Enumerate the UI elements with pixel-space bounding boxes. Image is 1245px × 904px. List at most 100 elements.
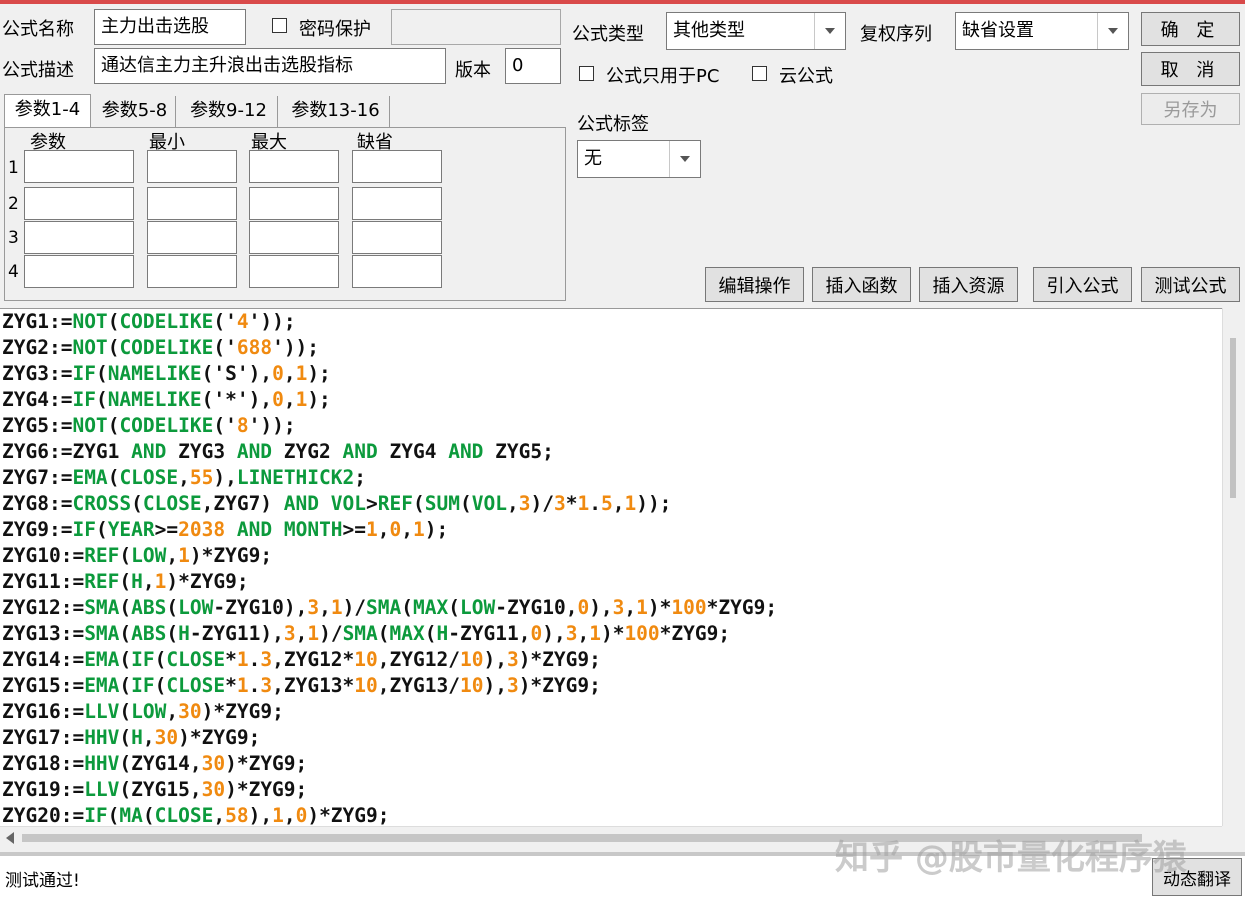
code-token: HHV: [84, 726, 120, 749]
code-token: EMA: [84, 648, 120, 671]
tab-params-9-12[interactable]: 参数9-12: [180, 96, 278, 128]
code-token: 1: [330, 596, 343, 619]
param-2-max-input[interactable]: [249, 187, 339, 220]
param-3-max-input[interactable]: [249, 221, 339, 254]
code-line[interactable]: ZYG15:=EMA(IF(CLOSE*1.3,ZYG13*10,ZYG13/1…: [2, 673, 1222, 699]
param-2-min-input[interactable]: [147, 187, 237, 220]
code-line[interactable]: ZYG4:=IF(NAMELIKE('*'),0,1);: [2, 387, 1222, 413]
formula-desc-label: 公式描述: [2, 60, 74, 81]
code-token: REF: [84, 570, 120, 593]
code-line[interactable]: ZYG13:=SMA(ABS(H-ZYG11),3,1)/SMA(MAX(H-Z…: [2, 621, 1222, 647]
code-line[interactable]: ZYG12:=SMA(ABS(LOW-ZYG10),3,1)/SMA(MAX(L…: [2, 595, 1222, 621]
password-checkbox[interactable]: [272, 18, 287, 33]
code-token: LOW: [131, 700, 167, 723]
code-token: )*ZYG9;: [166, 570, 249, 593]
code-token: CROSS: [72, 492, 132, 515]
code-token: LINETHICK2: [236, 466, 355, 489]
tab-params-13-16[interactable]: 参数13-16: [282, 96, 390, 128]
ok-button[interactable]: 确 定: [1141, 12, 1240, 46]
chevron-down-icon[interactable]: [669, 141, 700, 177]
pc-only-checkbox[interactable]: [579, 66, 594, 81]
tab-params-5-8[interactable]: 参数5-8: [94, 96, 176, 128]
code-token: (: [107, 336, 120, 359]
insert-resource-button[interactable]: 插入资源: [919, 267, 1018, 302]
param-2-name-input[interactable]: [24, 187, 134, 220]
code-token: VOL: [330, 492, 367, 515]
param-3-min-input[interactable]: [147, 221, 237, 254]
code-line[interactable]: ZYG14:=EMA(IF(CLOSE*1.3,ZYG12*10,ZYG12/1…: [2, 647, 1222, 673]
rights-sequence-select[interactable]: 缺省设置: [955, 12, 1129, 50]
code-token: 2038: [178, 518, 226, 541]
tab-params-1-4[interactable]: 参数1-4: [4, 94, 91, 128]
code-token: 0: [530, 622, 543, 645]
code-token: ZYG8:=: [2, 492, 73, 515]
param-1-max-input[interactable]: [249, 150, 339, 183]
code-token: SMA: [366, 596, 402, 619]
code-token: 3: [260, 674, 273, 697]
code-line[interactable]: ZYG10:=REF(LOW,1)*ZYG9;: [2, 543, 1222, 569]
code-line[interactable]: ZYG17:=HHV(H,30)*ZYG9;: [2, 725, 1222, 751]
code-token: *: [225, 674, 237, 697]
param-row-number: 2: [8, 194, 19, 214]
param-3-default-input[interactable]: [352, 221, 442, 254]
code-line[interactable]: ZYG2:=NOT(CODELIKE('688'));: [2, 335, 1222, 361]
code-line[interactable]: ZYG6:=ZYG1 AND ZYG3 AND ZYG2 AND ZYG4 AN…: [2, 439, 1222, 465]
param-4-max-input[interactable]: [249, 255, 339, 288]
code-token: ,: [166, 544, 179, 567]
vertical-scroll-thumb[interactable]: [1230, 338, 1236, 498]
code-line[interactable]: ZYG1:=NOT(CODELIKE('4'));: [2, 309, 1222, 335]
code-token: AND: [236, 440, 273, 463]
formula-name-input[interactable]: 主力出击选股: [94, 9, 246, 45]
code-line[interactable]: ZYG5:=NOT(CODELIKE('8'));: [2, 413, 1222, 439]
param-4-default-input[interactable]: [352, 255, 442, 288]
code-line[interactable]: ZYG16:=LLV(LOW,30)*ZYG9;: [2, 699, 1222, 725]
code-line[interactable]: ZYG20:=IF(MA(CLOSE,58),1,0)*ZYG9;: [2, 803, 1222, 827]
code-text[interactable]: ZYG1:=NOT(CODELIKE('4')); ZYG2:=NOT(CODEL…: [0, 309, 1222, 827]
import-formula-button[interactable]: 引入公式: [1033, 267, 1132, 302]
code-token: ,: [401, 518, 414, 541]
code-token: *ZYG9;: [706, 596, 778, 619]
test-formula-button[interactable]: 测试公式: [1141, 267, 1240, 302]
param-2-default-input[interactable]: [352, 187, 442, 220]
code-token: ZYG4: [377, 440, 449, 463]
code-line[interactable]: ZYG8:=CROSS(CLOSE,ZYG7) AND VOL>REF(SUM(…: [2, 491, 1222, 517]
formula-type-select[interactable]: 其他类型: [666, 12, 846, 50]
pc-only-label: 公式只用于PC: [606, 66, 720, 87]
cloud-formula-checkbox[interactable]: [752, 66, 767, 81]
param-4-name-input[interactable]: [24, 255, 134, 288]
insert-function-button[interactable]: 插入函数: [812, 267, 911, 302]
version-label: 版本: [455, 60, 491, 81]
param-1-default-input[interactable]: [352, 150, 442, 183]
code-editor[interactable]: ZYG1:=NOT(CODELIKE('4')); ZYG2:=NOT(CODEL…: [0, 308, 1222, 827]
code-token: MAX: [389, 622, 425, 645]
param-1-min-input[interactable]: [147, 150, 237, 183]
chevron-down-icon[interactable]: [1097, 13, 1128, 49]
code-token: ,: [213, 804, 226, 827]
param-3-name-input[interactable]: [24, 221, 134, 254]
version-input[interactable]: 0: [505, 48, 561, 84]
chevron-down-icon[interactable]: [814, 13, 845, 49]
code-line[interactable]: ZYG11:=REF(H,1)*ZYG9;: [2, 569, 1222, 595]
edit-operations-button[interactable]: 编辑操作: [705, 267, 804, 302]
code-token: 30: [201, 778, 226, 801]
code-token: ),: [589, 596, 613, 619]
code-line[interactable]: ZYG7:=EMA(CLOSE,55),LINETHICK2;: [2, 465, 1222, 491]
code-line[interactable]: ZYG19:=LLV(ZYG15,30)*ZYG9;: [2, 777, 1222, 803]
cancel-button[interactable]: 取 消: [1141, 52, 1240, 86]
formula-tag-select[interactable]: 无: [577, 140, 701, 178]
password-input[interactable]: [391, 9, 561, 45]
formula-type-label: 公式类型: [572, 24, 644, 45]
code-line[interactable]: ZYG3:=IF(NAMELIKE('S'),0,1);: [2, 361, 1222, 387]
code-token: 0: [577, 596, 590, 619]
save-as-button[interactable]: 另存为: [1141, 93, 1240, 125]
param-4-min-input[interactable]: [147, 255, 237, 288]
param-1-name-input[interactable]: [24, 150, 134, 183]
code-token: );: [424, 518, 449, 541]
scroll-left-icon[interactable]: [6, 832, 14, 844]
formula-desc-input[interactable]: 通达信主力主升浪出击选股指标: [94, 48, 446, 84]
code-token: 1: [636, 596, 648, 619]
code-line[interactable]: ZYG18:=HHV(ZYG14,30)*ZYG9;: [2, 751, 1222, 777]
code-token: IF: [131, 674, 155, 697]
code-token: 3: [283, 622, 296, 645]
code-line[interactable]: ZYG9:=IF(YEAR>=2038 AND MONTH>=1,0,1);: [2, 517, 1222, 543]
